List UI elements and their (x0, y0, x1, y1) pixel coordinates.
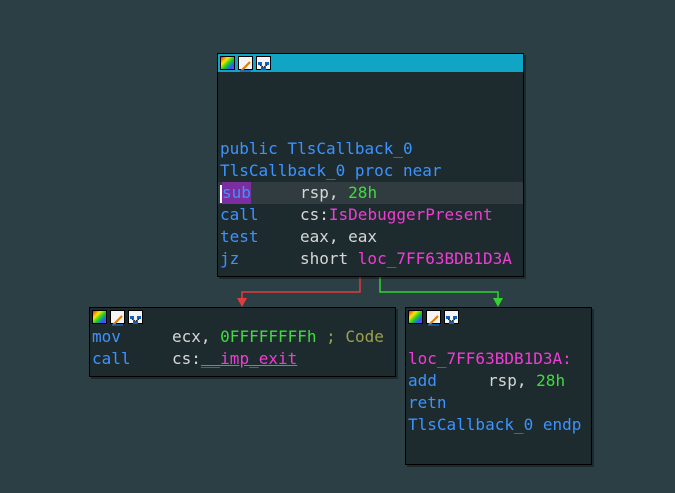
instruction-mnemonic: mov (92, 327, 121, 346)
color-palette-icon[interactable] (220, 56, 235, 70)
func-public-decl[interactable]: public TlsCallback_0 (218, 138, 523, 160)
node-return-branch[interactable]: loc_7FF63BDB1D3A: add rsp, 28h retn TlsCa… (405, 307, 592, 465)
func-end-decl[interactable]: TlsCallback_0 endp (406, 414, 591, 436)
edge-true-arrowhead (493, 298, 503, 307)
color-palette-icon[interactable] (408, 310, 423, 324)
node-exit-branch[interactable]: mov ecx, 0FFFFFFFFh ; Code call cs:__imp_e… (89, 307, 396, 377)
graph-view-icon[interactable] (128, 310, 143, 324)
instruction-mnemonic: call (92, 349, 131, 368)
node-tlscallback-entry[interactable]: public TlsCallback_0 TlsCallback_0 proc … (217, 53, 524, 277)
instruction-mnemonic: jz (220, 249, 240, 268)
func-proc-decl[interactable]: TlsCallback_0 proc near (218, 160, 523, 182)
instruction-row[interactable]: mov ecx, 0FFFFFFFFh ; Code (90, 326, 395, 348)
import-symbol[interactable]: IsDebuggerPresent (329, 205, 493, 224)
instruction-row[interactable]: retn (406, 392, 591, 414)
instruction-row[interactable]: sub rsp, 28h (218, 182, 523, 204)
location-label[interactable]: loc_7FF63BDB1D3A: (406, 348, 591, 370)
rename-icon[interactable] (426, 310, 441, 326)
instruction-comment: ; Code (316, 327, 384, 346)
node-titlebar[interactable] (90, 308, 395, 326)
edge-false-arrowhead (237, 298, 247, 307)
instruction-row[interactable]: call cs:IsDebuggerPresent (218, 204, 523, 226)
rename-icon[interactable] (110, 310, 125, 326)
edge-true-branch[interactable] (379, 276, 499, 300)
color-palette-icon[interactable] (92, 310, 107, 324)
node-spacer (406, 326, 591, 348)
edge-false-branch[interactable] (241, 276, 361, 300)
import-symbol[interactable]: __imp_exit (201, 349, 297, 368)
instruction-row[interactable]: jz short loc_7FF63BDB1D3A (218, 248, 523, 270)
rename-icon[interactable] (238, 56, 253, 72)
instruction-row[interactable]: add rsp, 28h (406, 370, 591, 392)
instruction-row[interactable]: call cs:__imp_exit (90, 348, 395, 370)
node-spacer (218, 72, 523, 138)
instruction-mnemonic: retn (408, 393, 447, 412)
instruction-mnemonic: sub (222, 182, 251, 204)
node-titlebar[interactable] (406, 308, 591, 326)
instruction-row[interactable]: test eax, eax (218, 226, 523, 248)
instruction-mnemonic: test (220, 227, 259, 246)
node-titlebar[interactable] (218, 54, 523, 72)
branch-target-label[interactable]: loc_7FF63BDB1D3A (358, 249, 512, 268)
instruction-mnemonic: call (220, 205, 259, 224)
graph-view-icon[interactable] (444, 310, 459, 324)
graph-view-icon[interactable] (256, 56, 271, 70)
instruction-mnemonic: add (408, 371, 437, 390)
